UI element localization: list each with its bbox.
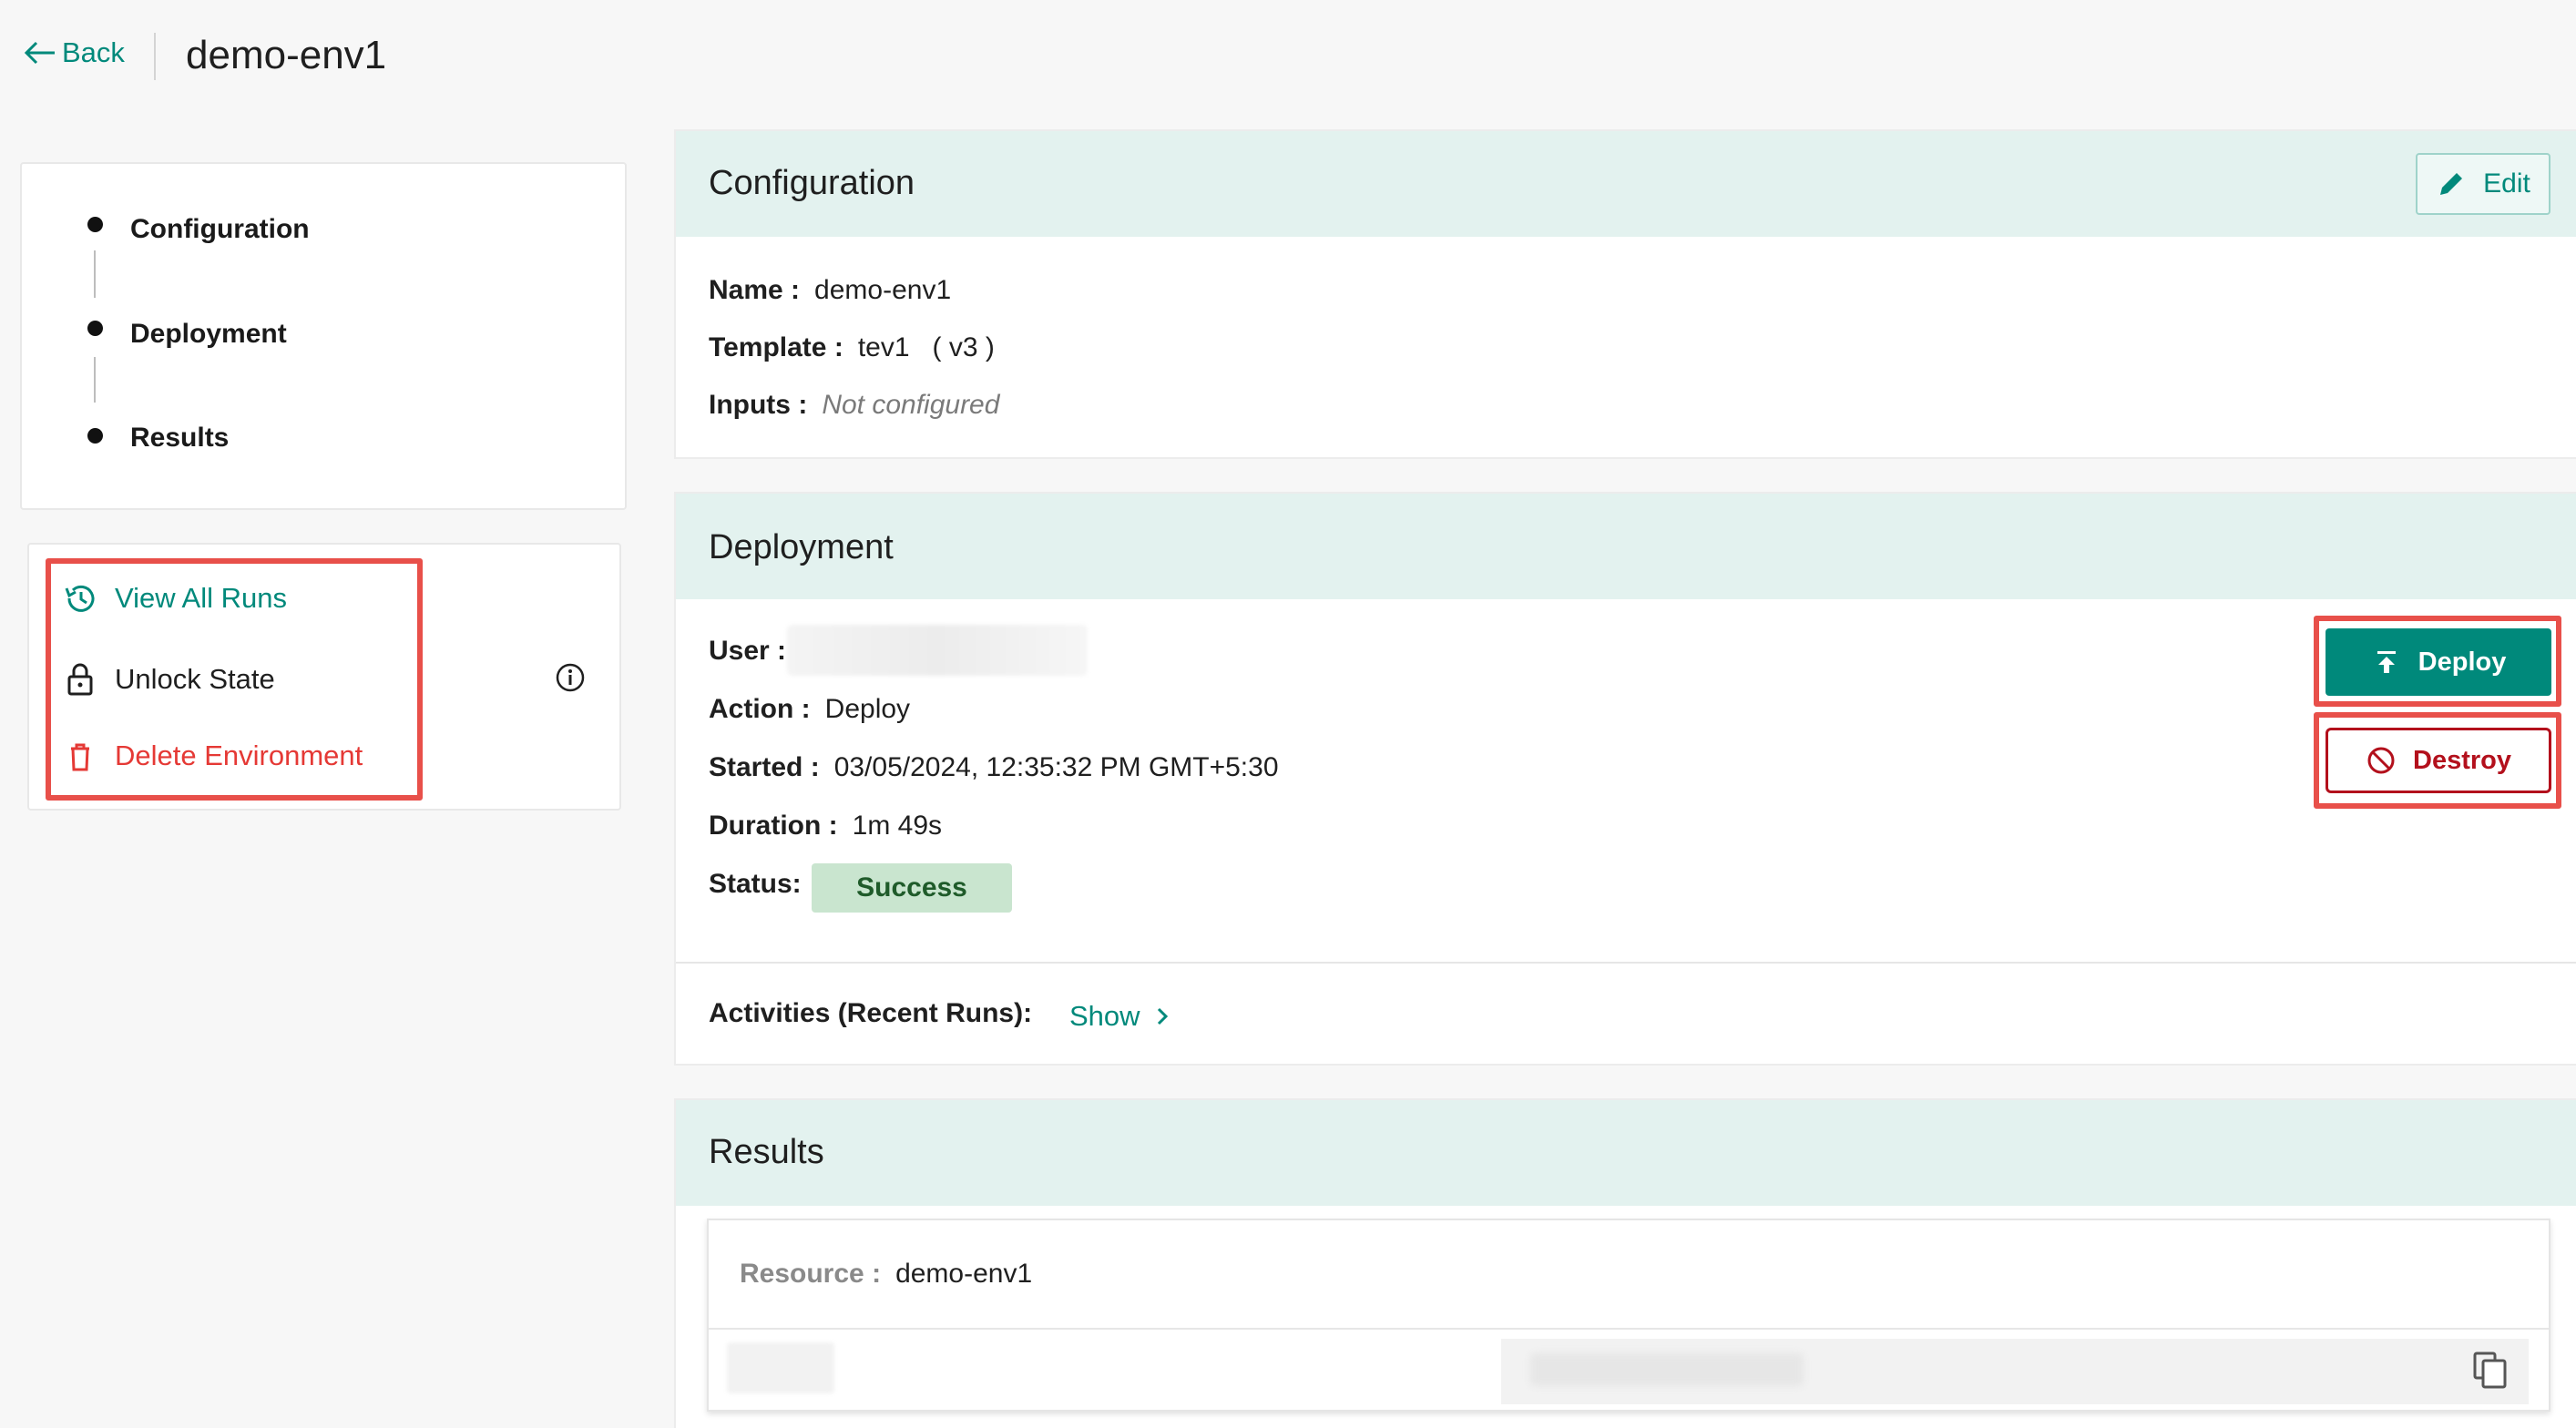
nav-connector bbox=[94, 250, 96, 298]
back-label: Back bbox=[62, 36, 125, 68]
deploy-button[interactable]: Deploy bbox=[2326, 628, 2551, 696]
template-key: Template : bbox=[709, 332, 843, 362]
duration-value: 1m 49s bbox=[852, 811, 943, 841]
duration-key: Duration : bbox=[709, 811, 838, 841]
deploy-label: Deploy bbox=[2418, 647, 2507, 677]
resource-key: Resource : bbox=[740, 1259, 882, 1289]
inputs-value: Not configured bbox=[822, 390, 1000, 420]
block-icon bbox=[2367, 747, 2395, 774]
show-label: Show bbox=[1069, 1000, 1140, 1032]
upload-icon bbox=[2377, 651, 2396, 673]
configuration-title: Configuration bbox=[709, 164, 915, 202]
header-divider bbox=[154, 33, 156, 80]
deploy-user-row: User : bbox=[709, 636, 786, 667]
config-template-row: Template : tev1 ( v3 ) bbox=[709, 332, 995, 363]
resource-value: demo-env1 bbox=[895, 1259, 1033, 1289]
deploy-action-row: Action : Deploy bbox=[709, 694, 910, 725]
deployment-card: Deployment User : Action : Deploy Starte… bbox=[674, 492, 2576, 1066]
resource-row: Resource : demo-env1 bbox=[740, 1259, 1032, 1290]
deployment-header bbox=[676, 494, 2576, 599]
config-name-row: Name : demo-env1 bbox=[709, 275, 951, 306]
action-key: Action : bbox=[709, 694, 811, 724]
deployment-title: Deployment bbox=[709, 528, 894, 566]
section-nav bbox=[20, 162, 627, 510]
resource-divider bbox=[709, 1328, 2549, 1330]
edit-button[interactable]: Edit bbox=[2416, 153, 2550, 215]
name-key: Name : bbox=[709, 275, 801, 305]
info-icon[interactable] bbox=[555, 662, 586, 693]
history-icon bbox=[65, 585, 95, 612]
deploy-duration-row: Duration : 1m 49s bbox=[709, 811, 942, 842]
edit-label: Edit bbox=[2483, 168, 2530, 199]
results-header bbox=[676, 1100, 2576, 1206]
action-value: Deploy bbox=[824, 694, 911, 724]
delete-environment-button[interactable]: Delete Environment bbox=[62, 738, 363, 774]
nav-item-results[interactable]: Results bbox=[130, 423, 229, 454]
deploy-started-row: Started : 03/05/2024, 12:35:32 PM GMT+5:… bbox=[709, 752, 1279, 783]
configuration-card: Configuration Edit Name : demo-env1 Temp… bbox=[674, 129, 2576, 459]
chevron-right-icon bbox=[1157, 1007, 1168, 1025]
configuration-header bbox=[676, 131, 2576, 237]
unlock-state-button[interactable]: Unlock State bbox=[62, 661, 275, 698]
pencil-icon bbox=[2440, 173, 2463, 195]
results-title: Results bbox=[709, 1133, 824, 1171]
status-key: Status: bbox=[709, 869, 802, 899]
output-key-redacted bbox=[727, 1342, 834, 1393]
user-value-redacted bbox=[787, 625, 1088, 676]
view-all-runs-label: View All Runs bbox=[115, 582, 287, 614]
nav-dot bbox=[87, 428, 103, 444]
activities-key: Activities (Recent Runs): bbox=[709, 998, 1033, 1028]
status-badge: Success bbox=[812, 863, 1012, 913]
nav-item-configuration[interactable]: Configuration bbox=[130, 214, 310, 245]
nav-connector bbox=[94, 357, 96, 403]
started-key: Started : bbox=[709, 752, 820, 782]
arrow-left-icon bbox=[24, 41, 55, 65]
activities-row: Activities (Recent Runs): bbox=[709, 998, 1032, 1029]
inputs-key: Inputs : bbox=[709, 390, 808, 420]
template-value: tev1 ( v3 ) bbox=[857, 332, 995, 362]
copy-icon[interactable] bbox=[2470, 1350, 2510, 1390]
unlock-state-label: Unlock State bbox=[115, 663, 275, 695]
trash-icon bbox=[71, 743, 89, 771]
page-title: demo-env1 bbox=[186, 33, 387, 77]
config-inputs-row: Inputs : Not configured bbox=[709, 390, 999, 421]
back-link[interactable]: Back bbox=[24, 36, 125, 69]
nav-item-deployment[interactable]: Deployment bbox=[130, 319, 287, 350]
delete-environment-label: Delete Environment bbox=[115, 740, 363, 771]
nav-dot bbox=[87, 217, 103, 232]
name-value: demo-env1 bbox=[814, 275, 952, 305]
unlock-icon bbox=[67, 663, 93, 696]
started-value: 03/05/2024, 12:35:32 PM GMT+5:30 bbox=[833, 752, 1279, 782]
destroy-label: Destroy bbox=[2413, 745, 2511, 775]
show-activities-link[interactable]: Show bbox=[1069, 1000, 1173, 1033]
destroy-button[interactable]: Destroy bbox=[2326, 728, 2551, 793]
user-key: User : bbox=[709, 636, 787, 666]
deployment-divider bbox=[676, 962, 2576, 964]
deploy-status-row: Status: bbox=[709, 869, 802, 900]
view-all-runs-link[interactable]: View All Runs bbox=[62, 580, 287, 617]
nav-dot bbox=[87, 321, 103, 336]
output-value-redacted bbox=[1530, 1353, 1804, 1386]
